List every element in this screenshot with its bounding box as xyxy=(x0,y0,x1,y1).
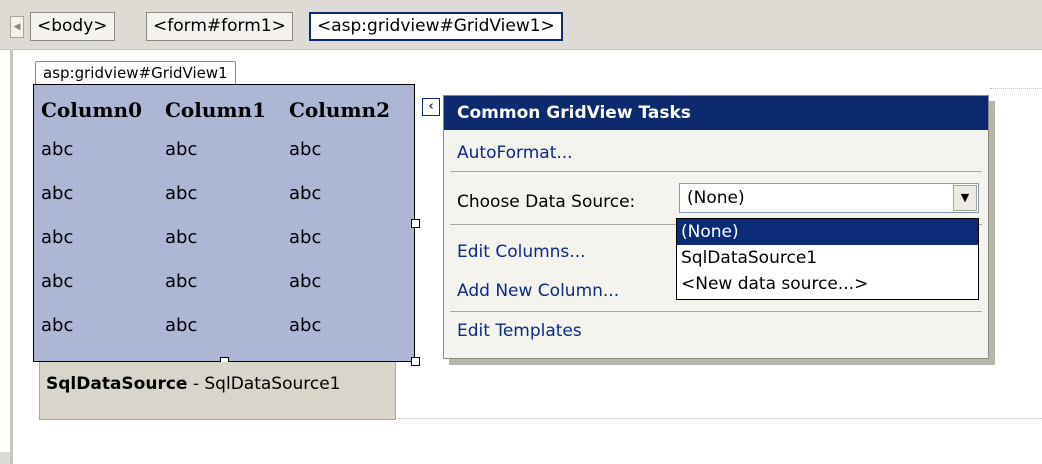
column-header: Column0 xyxy=(41,98,143,122)
dropdown-arrow-button[interactable]: ▼ xyxy=(953,185,977,211)
chevron-left-icon: ◀ xyxy=(13,22,21,32)
gridview-header-row: Column0 Column1 Column2 xyxy=(41,93,413,127)
tag-body-label: <body> xyxy=(37,16,108,36)
sqldatasource-type: SqlDataSource xyxy=(46,374,188,394)
table-cell: abc xyxy=(165,138,198,160)
tag-form-label: <form#form1> xyxy=(153,16,286,36)
table-row: abc abc abc xyxy=(41,303,413,347)
resize-handle-right[interactable] xyxy=(411,219,420,228)
column-header: Column2 xyxy=(289,98,391,122)
table-cell: abc xyxy=(41,270,74,292)
table-cell: abc xyxy=(289,314,322,336)
data-source-option[interactable]: (None) xyxy=(677,219,978,245)
tag-navigator-bar: ◀ <body> <form#form1> <asp:gridview#Grid… xyxy=(0,0,1042,50)
column-header: Column1 xyxy=(165,98,267,122)
divider xyxy=(450,171,982,172)
table-cell: abc xyxy=(289,270,322,292)
corner-block xyxy=(0,452,10,464)
table-cell: abc xyxy=(41,226,74,248)
table-cell: abc xyxy=(165,182,198,204)
table-cell: abc xyxy=(41,314,74,336)
sqldatasource-separator: - xyxy=(187,374,205,394)
data-source-option[interactable]: <New data source...> xyxy=(677,271,978,297)
table-cell: abc xyxy=(165,226,198,248)
tag-gridview[interactable]: <asp:gridview#GridView1> xyxy=(309,12,563,41)
gridview-tag-label[interactable]: asp:gridview#GridView1 xyxy=(35,61,236,84)
autoformat-link[interactable]: AutoFormat... xyxy=(457,143,573,163)
form-boundary-line xyxy=(398,418,1042,419)
tag-gridview-label: <asp:gridview#GridView1> xyxy=(317,16,555,36)
tag-form[interactable]: <form#form1> xyxy=(146,12,293,41)
smart-tag-button[interactable]: ‹ xyxy=(422,98,440,116)
chevron-left-icon: ‹ xyxy=(428,99,434,114)
table-cell: abc xyxy=(165,270,198,292)
table-cell: abc xyxy=(289,182,322,204)
choose-data-source-label: Choose Data Source: xyxy=(457,192,636,212)
tag-body[interactable]: <body> xyxy=(30,12,115,41)
data-source-dropdown[interactable]: (None) ▼ xyxy=(679,183,979,213)
edit-columns-link[interactable]: Edit Columns... xyxy=(457,242,586,262)
data-source-options-list: (None) SqlDataSource1 <New data source..… xyxy=(676,218,979,300)
data-source-selected-value: (None) xyxy=(687,188,745,208)
sqldatasource-control[interactable]: SqlDataSource - SqlDataSource1 xyxy=(39,362,396,420)
table-cell: abc xyxy=(41,138,74,160)
task-panel-title: Common GridView Tasks xyxy=(444,96,988,130)
table-cell: abc xyxy=(289,138,322,160)
table-cell: abc xyxy=(41,182,74,204)
dropdown-arrow-icon: ▼ xyxy=(960,191,970,204)
resize-handle-corner[interactable] xyxy=(411,357,420,366)
design-surface-left-edge xyxy=(10,50,13,464)
table-cell: abc xyxy=(289,226,322,248)
table-row: abc abc abc xyxy=(41,259,413,303)
table-row: abc abc abc xyxy=(41,215,413,259)
add-new-column-link[interactable]: Add New Column... xyxy=(457,281,619,301)
data-source-option[interactable]: SqlDataSource1 xyxy=(677,245,978,271)
sqldatasource-id: SqlDataSource1 xyxy=(204,374,341,394)
table-row: abc abc abc xyxy=(41,127,413,171)
gridview-table: Column0 Column1 Column2 abc abc abc abc … xyxy=(41,93,413,347)
divider xyxy=(450,311,982,312)
table-row: abc abc abc xyxy=(41,171,413,215)
scroll-left-button[interactable]: ◀ xyxy=(10,16,24,38)
form-boundary-line xyxy=(990,88,1042,89)
gridview-control[interactable]: Column0 Column1 Column2 abc abc abc abc … xyxy=(33,84,415,362)
edit-templates-link[interactable]: Edit Templates xyxy=(457,321,582,341)
table-cell: abc xyxy=(165,314,198,336)
